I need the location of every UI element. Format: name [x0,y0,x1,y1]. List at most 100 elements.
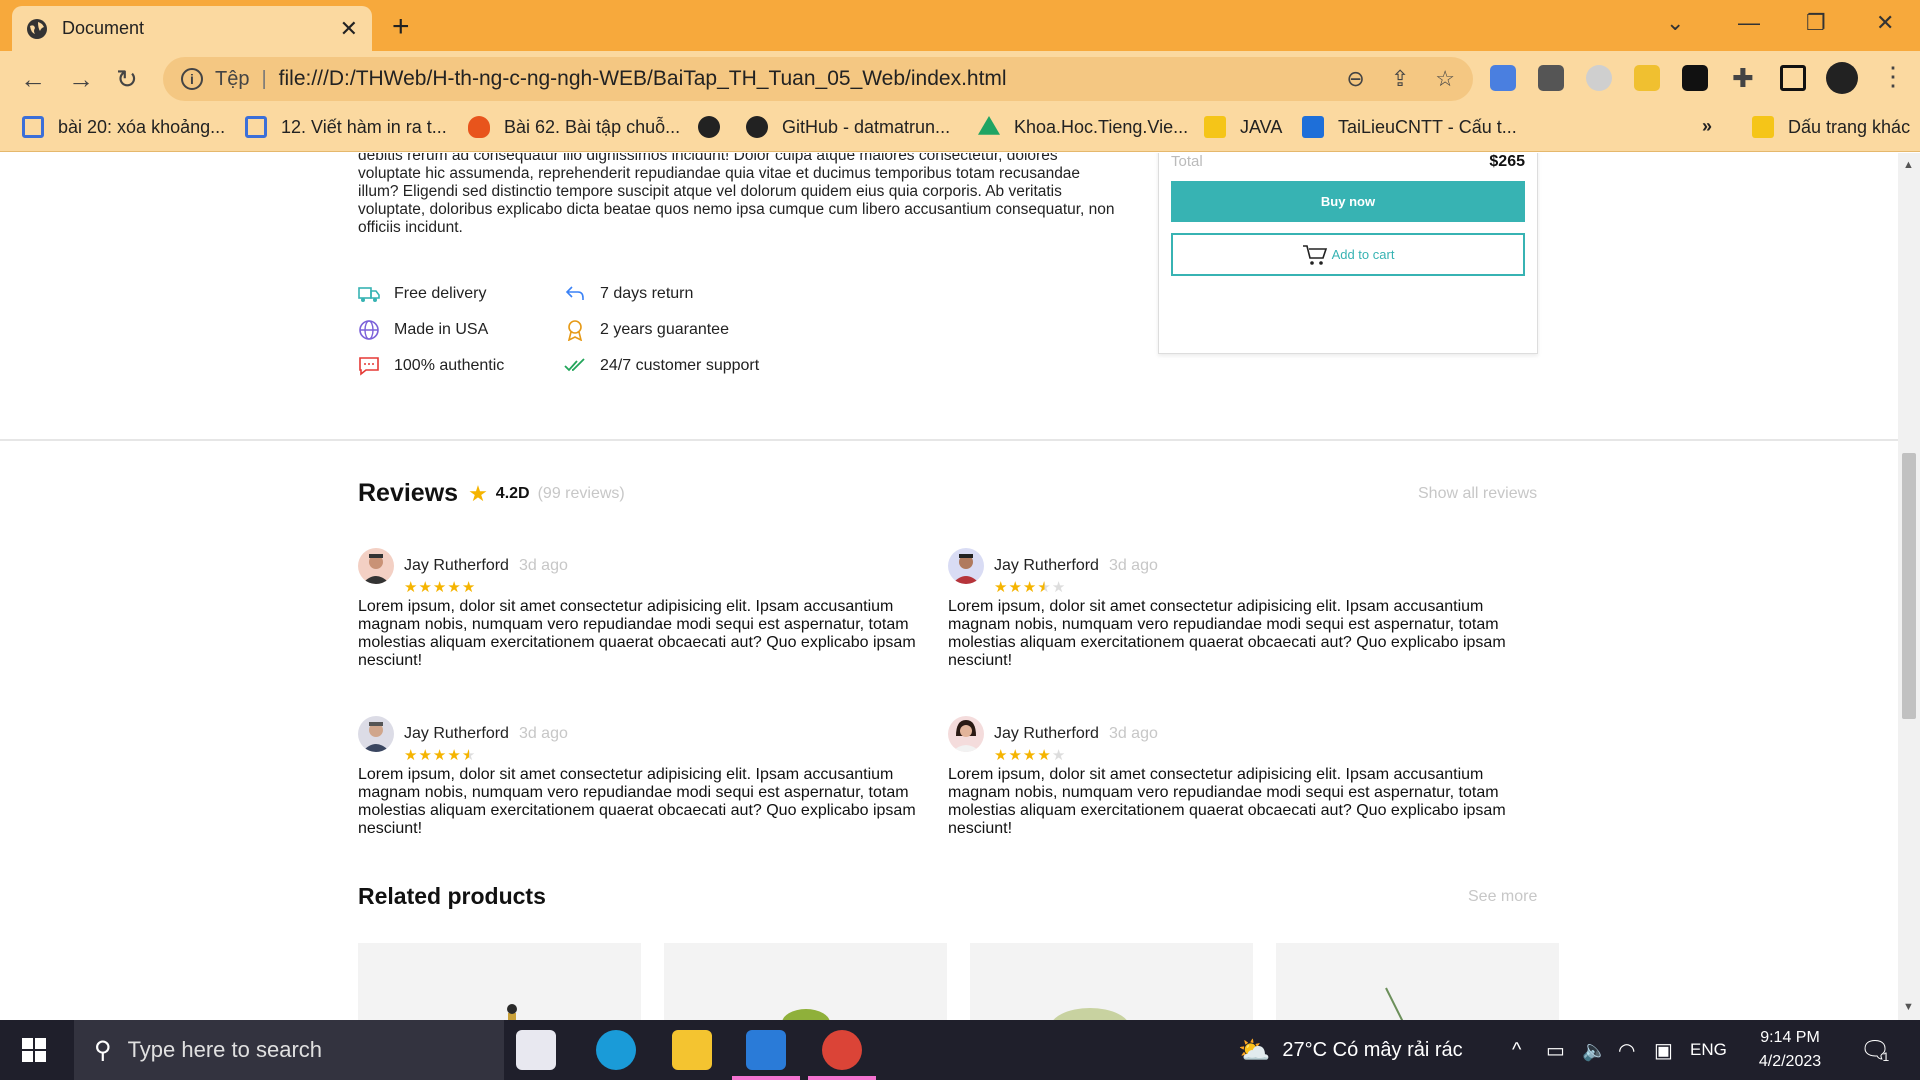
weather-widget[interactable]: ⛅ 27°C Có mây rải rác [1238,1020,1463,1080]
share-icon[interactable]: ⇪ [1391,66,1409,92]
back-icon[interactable]: ← [20,64,46,95]
reviewer-name: Jay Rutherford [994,725,1099,742]
tab-search-icon[interactable]: ⌄ [1666,10,1684,36]
truck-icon [358,287,380,302]
profile-avatar[interactable] [1826,62,1858,94]
bookmark-item[interactable] [698,116,734,138]
file-explorer-icon[interactable] [672,1030,712,1070]
zoom-icon[interactable]: ⊖ [1346,66,1364,92]
star-rating: ★★★★★ [404,578,923,596]
feature-item: 2 years guarantee [564,319,804,341]
dictionary-extension-icon[interactable] [1682,65,1708,91]
star-icon: ★ [1051,747,1067,764]
review-time: 3d ago [1108,557,1158,574]
star-rating: ★★★★★ [994,746,1513,764]
avatar [358,716,394,752]
compass-extension-icon[interactable] [1586,65,1612,91]
reviews-header: Reviews ★ 4.2D (99 reviews) [358,479,625,508]
bookmark-item[interactable]: Bài 62. Bài tập chuỗ... [468,116,680,138]
bookmark-item[interactable]: bài 20: xóa khoảng... [22,116,225,138]
star-icon: ★ [432,579,448,596]
address-bar[interactable]: i Tệp | file:///D:/THWeb/H-th-ng-c-ng-ng… [163,57,1473,101]
product-description: debitis rerum ad consequatur illo dignis… [358,153,1115,236]
volume-icon[interactable]: 🔈 [1582,1020,1607,1080]
bookmark-label: 12. Viết hàm in ra t... [281,116,447,137]
scroll-up-icon[interactable]: ▲ [1903,159,1914,171]
bookmark-item[interactable]: JAVA [1204,116,1282,138]
site-info-icon[interactable]: i [181,68,203,90]
taskbar-clock[interactable]: 9:14 PM 4/2/2023 [1740,1026,1840,1074]
review-text: Lorem ipsum, dolor sit amet consectetur … [358,766,916,837]
page-scrollbar[interactable]: ▲ ▼ [1898,153,1920,1020]
forward-icon[interactable]: → [68,64,94,95]
section-divider [0,439,1898,441]
edge-icon[interactable] [596,1030,636,1070]
product-card[interactable] [1276,943,1559,1020]
notification-center-icon[interactable]: 🗨 1 [1860,1020,1890,1080]
review-time: 3d ago [518,725,568,742]
star-icon: ★ [404,747,419,764]
star-icon: ★ [418,579,433,596]
minimize-icon[interactable]: — [1738,10,1760,36]
star-icon: ★ [1008,579,1023,596]
meet-icon[interactable]: ▣ [1654,1020,1673,1080]
bookmark-star-icon[interactable]: ☆ [1435,66,1455,92]
active-app-indicator [732,1076,800,1080]
review-item: Jay Rutherford 3d ago ★★★★★ Lorem ipsum,… [948,548,1513,670]
extensions-puzzle-icon[interactable]: ✚ [1732,63,1754,94]
doc-icon [245,116,267,138]
bookmark-item[interactable]: Khoa.Hoc.Tieng.Vie... [978,116,1188,138]
bookmark-label: GitHub - datmatrun... [782,116,951,137]
pen-extension-icon[interactable] [1634,65,1660,91]
chrome-icon[interactable] [822,1030,862,1070]
battery-icon[interactable]: ▭ [1546,1020,1565,1080]
product-card[interactable] [664,943,947,1020]
close-tab-icon[interactable]: ✕ [340,16,358,42]
side-panel-icon[interactable] [1780,65,1806,91]
bookmark-item[interactable]: TaiLieuCNTT - Cấu t... [1302,116,1517,138]
windows-start-icon[interactable] [22,1038,46,1062]
drive-icon [978,116,1000,135]
restore-icon[interactable]: ❐ [1806,10,1826,36]
doc-icon [22,116,44,138]
search-icon: ⚲ [94,1036,112,1064]
translate-extension-icon[interactable] [1490,65,1516,91]
product-card[interactable] [970,943,1253,1020]
bookmarks-overflow-button[interactable]: » [1702,116,1712,137]
double-check-icon [564,358,585,372]
tools-extension-icon[interactable] [1538,65,1564,91]
total-label: Total [1171,153,1203,170]
language-indicator[interactable]: ENG [1690,1020,1727,1080]
product-image [1385,987,1404,1020]
menu-dots-icon[interactable]: ⋮ [1880,61,1906,92]
wifi-icon[interactable]: ◠ [1618,1020,1635,1080]
star-rating: ★★★★★ [404,746,923,764]
show-hidden-icons[interactable]: ^ [1512,1020,1521,1080]
add-to-cart-button[interactable]: Add to cart [1171,233,1525,276]
bookmark-item[interactable]: GitHub - datmatrun... [746,116,950,138]
star-icon: ★ [1022,747,1038,764]
scroll-down-icon[interactable]: ▼ [1903,1001,1914,1013]
other-bookmarks[interactable]: Dấu trang khác [1752,116,1910,138]
reload-icon[interactable]: ↻ [116,64,138,95]
new-tab-button[interactable]: + [392,10,410,44]
star-icon: ★ [994,579,1009,596]
bookmark-item[interactable]: 12. Viết hàm in ra t... [245,116,447,138]
scrollbar-thumb[interactable] [1902,453,1916,719]
feature-label: 7 days return [600,285,694,302]
close-window-icon[interactable]: ✕ [1876,10,1894,36]
see-more-link[interactable]: See more [1468,888,1537,906]
product-card[interactable] [358,943,641,1020]
browser-tab[interactable]: Document ✕ [12,6,372,51]
flame-icon [468,116,490,138]
review-text: Lorem ipsum, dolor sit amet consectetur … [358,598,916,669]
task-view-icon[interactable] [516,1030,556,1070]
star-icon: ★ [461,579,477,596]
taskbar-search-box[interactable]: ⚲ Type here to search [74,1020,504,1080]
show-all-reviews-link[interactable]: Show all reviews [1418,485,1537,503]
star-icon: ★ [1022,579,1038,596]
reviewer-name: Jay Rutherford [994,557,1099,574]
address-url[interactable]: file:///D:/THWeb/H-th-ng-c-ng-ngh-WEB/Ba… [279,67,1321,91]
buy-now-button[interactable]: Buy now [1171,181,1525,222]
vscode-icon[interactable] [746,1030,786,1070]
